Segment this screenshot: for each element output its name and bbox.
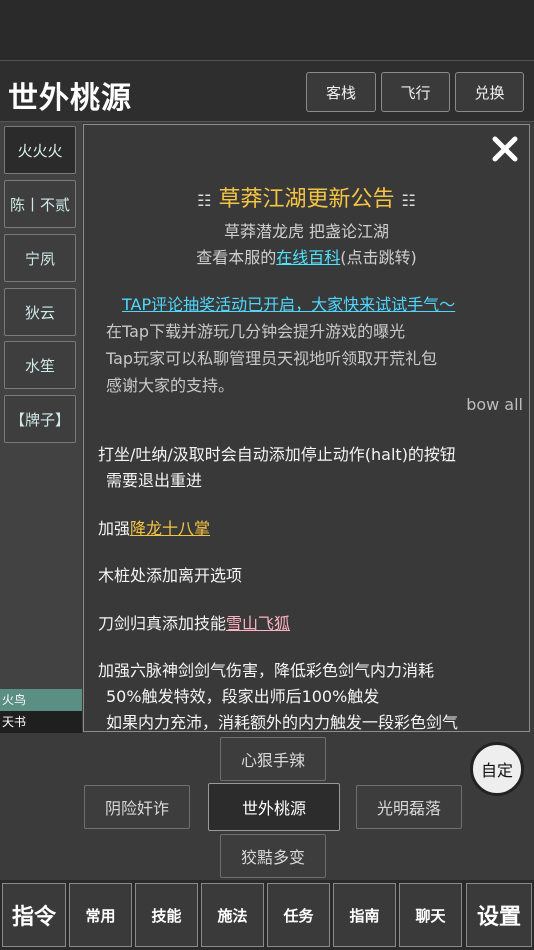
skill-link-xianglong[interactable]: 降龙十八掌 bbox=[130, 519, 210, 538]
header: 世外桃源 客栈 飞行 兑换 bbox=[0, 60, 534, 122]
update-line-5: 加强六脉神剑剑气伤害，降低彩色剑气内力消耗 bbox=[98, 661, 435, 680]
notice-modal: ☷ 草莽江湖更新公告 ☷ 草莽潜龙虎 把盏论江湖 查看本服的在线百科(点击跳转)… bbox=[83, 124, 530, 732]
close-button[interactable] bbox=[489, 133, 521, 165]
status-line-2: 天书 bbox=[0, 711, 82, 733]
cast-button[interactable]: 施法 bbox=[201, 883, 264, 947]
tap-line-2: Tap玩家可以私聊管理员天视地听领取开荒礼包 bbox=[106, 349, 438, 368]
tap-line-3: 感谢大家的支持。 bbox=[106, 376, 235, 395]
update-line-3: 木桩处添加离开选项 bbox=[98, 566, 243, 585]
tasks-button[interactable]: 任务 bbox=[267, 883, 330, 947]
wiki-link[interactable]: 在线百科 bbox=[276, 248, 340, 267]
location-title: 世外桃源 bbox=[8, 81, 132, 116]
tap-event-link[interactable]: TAP评论抽奖活动已开启，大家快来试试手气～ bbox=[122, 291, 455, 315]
sidebar-item-npc-1[interactable]: 陈丨不贰 bbox=[4, 180, 76, 228]
faction-sinister-button[interactable]: 阴险奸诈 bbox=[84, 785, 190, 829]
wiki-suffix: (点击跳转) bbox=[340, 248, 417, 267]
sidebar-item-npc-4[interactable]: 水笙 bbox=[4, 341, 76, 389]
notice-subtitle: 草莽潜龙虎 把盏论江湖 bbox=[223, 222, 390, 241]
update-line-2-prefix: 加强 bbox=[98, 519, 131, 538]
inn-button[interactable]: 客栈 bbox=[306, 72, 376, 112]
faction-center-button[interactable]: 世外桃源 bbox=[208, 783, 340, 831]
command-button[interactable]: 指令 bbox=[2, 883, 66, 947]
update-line-5b: 50%触发特效，段家出师后100%触发 bbox=[106, 687, 380, 706]
settings-button[interactable]: 设置 bbox=[466, 883, 532, 947]
sidebar-item-npc-3[interactable]: 狄云 bbox=[4, 288, 76, 336]
tap-line-1: 在Tap下载并游玩几分钟会提升游戏的曝光 bbox=[106, 322, 406, 341]
bow-all-text: bow all bbox=[466, 395, 523, 414]
title-deco-right-icon: ☷ bbox=[401, 191, 416, 210]
faction-ruthless-button[interactable]: 心狠手辣 bbox=[220, 737, 326, 781]
faction-righteous-button[interactable]: 光明磊落 bbox=[356, 785, 462, 829]
guide-button[interactable]: 指南 bbox=[333, 883, 396, 947]
update-line-5c: 如果内力充沛，消耗额外的内力触发一段彩色剑气 bbox=[106, 713, 459, 732]
update-line-1b: 需要退出重进 bbox=[106, 471, 203, 490]
custom-button[interactable]: 自定 bbox=[470, 742, 524, 796]
update-line-4: 刀剑归真添加技能雪山飞狐 bbox=[98, 610, 290, 634]
sidebar-item-player[interactable]: 火火火 bbox=[4, 126, 76, 174]
skills-button[interactable]: 技能 bbox=[135, 883, 198, 947]
skill-link-xueshan[interactable]: 雪山飞狐 bbox=[226, 614, 290, 633]
notice-title-text: 草莽江湖更新公告 bbox=[218, 187, 395, 212]
common-button[interactable]: 常用 bbox=[69, 883, 132, 947]
notice-title: ☷ 草莽江湖更新公告 ☷ bbox=[84, 181, 529, 213]
close-icon bbox=[492, 136, 518, 162]
wiki-prefix: 查看本服的 bbox=[196, 248, 277, 267]
update-line-1: 打坐/吐纳/汲取时会自动添加停止动作(halt)的按钮 bbox=[98, 445, 456, 464]
exchange-button[interactable]: 兑换 bbox=[455, 72, 524, 112]
wiki-line: 查看本服的在线百科(点击跳转) bbox=[84, 244, 529, 268]
sidebar-item-npc-2[interactable]: 宁夙 bbox=[4, 234, 76, 282]
update-line-2: 加强降龙十八掌 bbox=[98, 515, 210, 539]
update-line-4-prefix: 刀剑归真添加技能 bbox=[98, 614, 227, 633]
chat-button[interactable]: 聊天 bbox=[399, 883, 462, 947]
sidebar-item-sign[interactable]: 【牌子】 bbox=[4, 395, 76, 443]
faction-cunning-button[interactable]: 狡黠多变 bbox=[220, 834, 326, 878]
title-deco-left-icon: ☷ bbox=[197, 191, 212, 210]
fly-button[interactable]: 飞行 bbox=[381, 72, 450, 112]
status-line-1: 火鸟 bbox=[0, 689, 82, 711]
status-bar-area bbox=[0, 0, 534, 60]
